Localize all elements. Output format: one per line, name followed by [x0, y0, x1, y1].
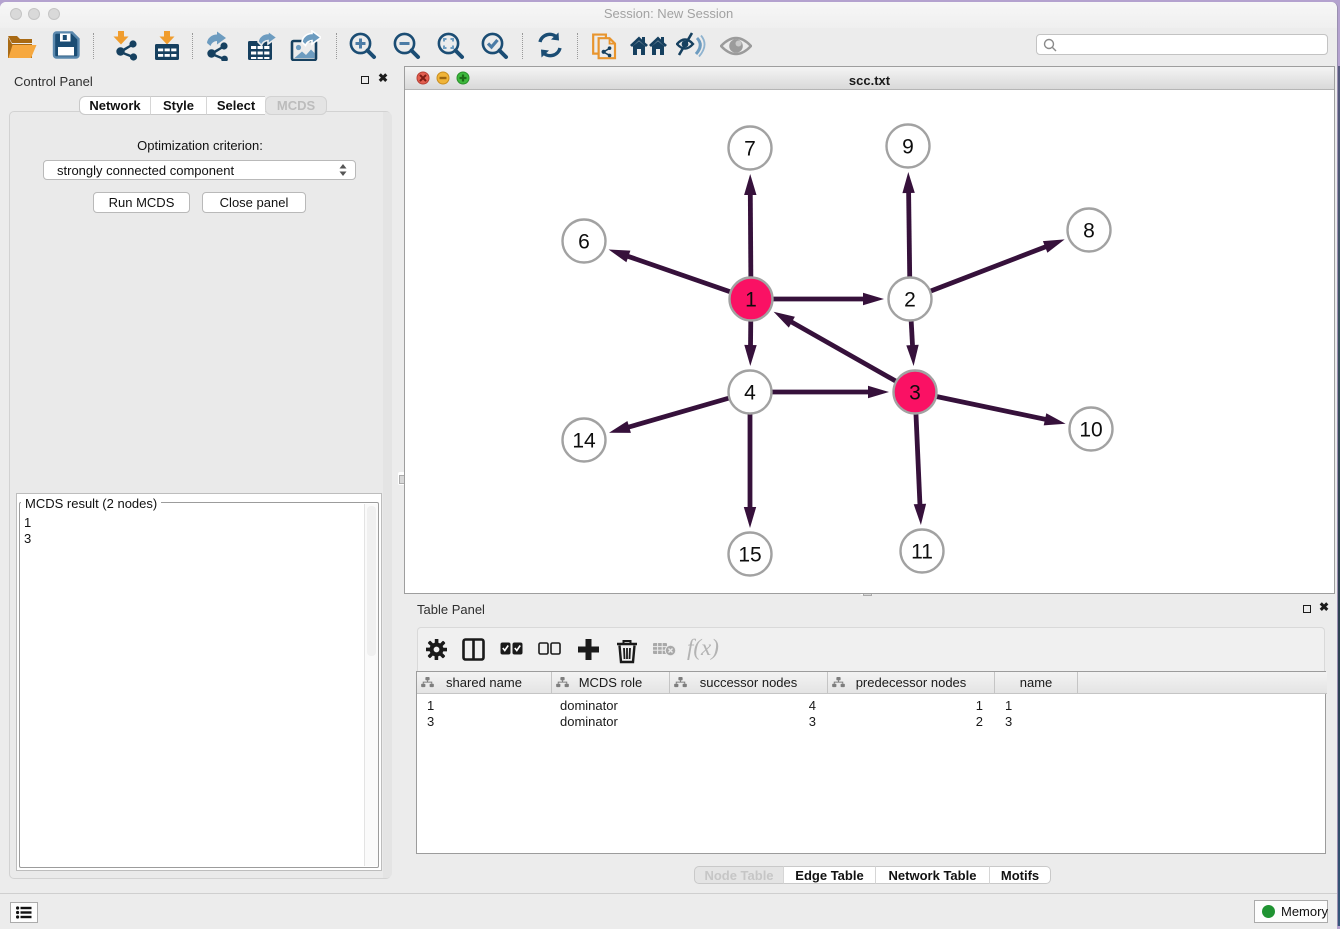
svg-text:3: 3: [909, 382, 921, 405]
svg-text:15: 15: [738, 544, 761, 567]
svg-text:7: 7: [744, 138, 756, 161]
svg-text:11: 11: [911, 541, 933, 564]
svg-text:8: 8: [1083, 220, 1095, 243]
svg-text:14: 14: [572, 430, 596, 453]
svg-text:6: 6: [578, 231, 590, 254]
svg-text:10: 10: [1079, 419, 1102, 442]
svg-text:2: 2: [904, 289, 916, 312]
svg-text:1: 1: [745, 289, 757, 312]
svg-text:9: 9: [902, 136, 914, 159]
svg-text:4: 4: [744, 382, 756, 405]
